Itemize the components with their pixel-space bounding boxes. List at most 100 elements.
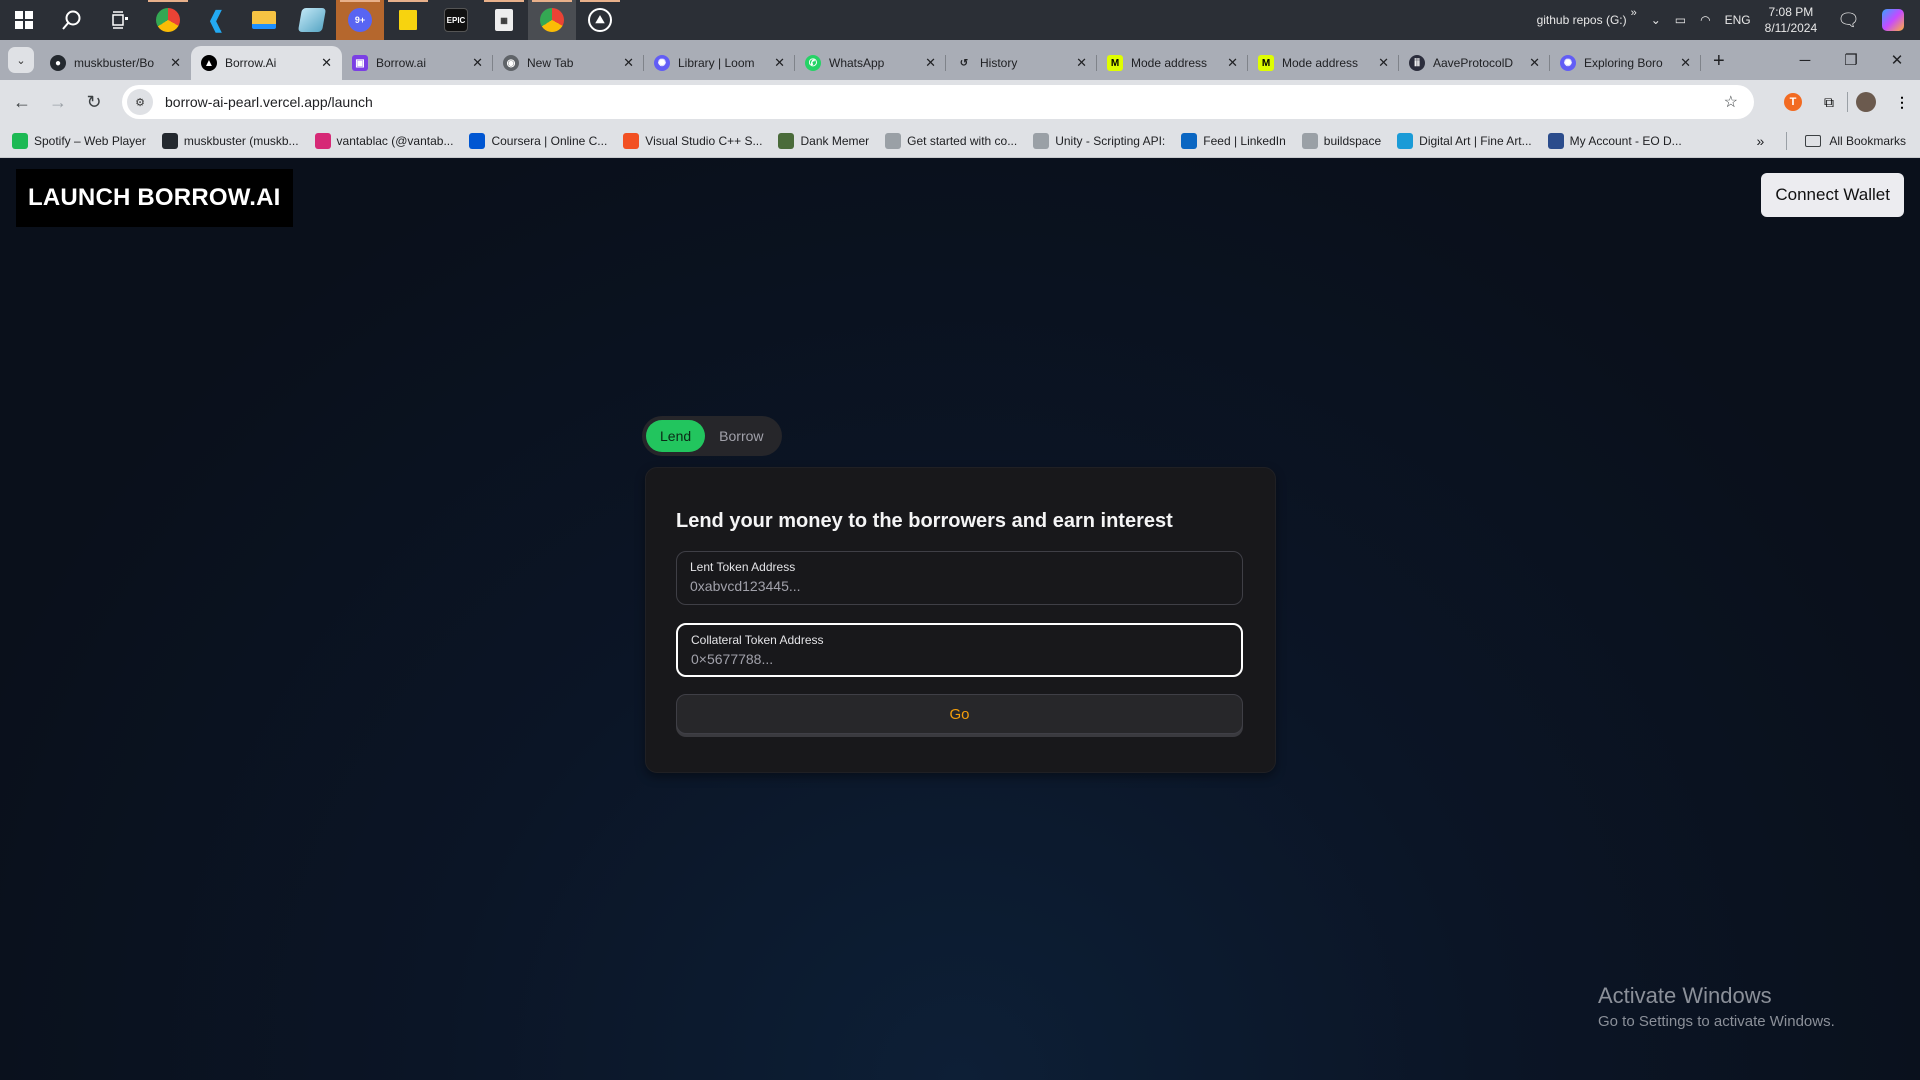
tab-title: AaveProtocolD xyxy=(1433,56,1514,70)
close-tab-icon[interactable]: ✕ xyxy=(170,55,181,71)
browser-tab[interactable]: ↺ History ✕ xyxy=(946,46,1097,80)
meet-now-icon[interactable]: ▭ xyxy=(1675,13,1686,27)
tab-borrow[interactable]: Borrow xyxy=(705,420,777,452)
close-tab-icon[interactable]: ✕ xyxy=(925,55,936,71)
tab-lend[interactable]: Lend xyxy=(646,420,706,452)
browser-tab[interactable]: ▲ Borrow.Ai ✕ xyxy=(191,46,342,80)
close-tab-icon[interactable]: ✕ xyxy=(1680,55,1691,71)
bookmarks-overflow-button[interactable]: » xyxy=(1757,133,1765,149)
new-tab-button[interactable]: + xyxy=(1713,50,1725,73)
lent-token-field[interactable]: Lent Token Address xyxy=(676,551,1243,605)
taskbar-app-chrome-2[interactable] xyxy=(528,0,576,40)
browser-tab[interactable]: ◉ New Tab ✕ xyxy=(493,46,644,80)
taskbar-app-file-explorer[interactable] xyxy=(240,0,288,40)
extensions-puzzle-icon[interactable]: ⧉ xyxy=(1811,94,1847,111)
taskbar-app-sticky-notes[interactable] xyxy=(384,0,432,40)
extension-t-icon[interactable]: T xyxy=(1784,93,1802,111)
menu-kebab-icon[interactable]: ⋮ xyxy=(1884,94,1920,111)
windows-taskbar: ❰ 9+ EPIC ▦ ⛰ github repos (G:) » ⌄ ▭ ◠ … xyxy=(0,0,1920,40)
close-tab-icon[interactable]: ✕ xyxy=(1227,55,1238,71)
watermark-title: Activate Windows xyxy=(1598,983,1772,1008)
bookmark-label: My Account - EO D... xyxy=(1569,133,1682,148)
bookmark-item[interactable]: muskbuster (muskb... xyxy=(161,132,299,149)
connect-wallet-button[interactable]: Connect Wallet xyxy=(1761,173,1904,217)
taskbar-app-vscode[interactable]: ❰ xyxy=(192,0,240,40)
forward-button[interactable]: → xyxy=(40,92,76,113)
taskbar-app-photos[interactable]: ⛰ xyxy=(576,0,624,40)
tab-search-button[interactable]: ⌄ xyxy=(8,47,34,73)
bookmark-item[interactable]: Feed | LinkedIn xyxy=(1181,132,1286,149)
chevron-down-icon: ⌄ xyxy=(16,54,26,67)
instagram-icon xyxy=(314,132,331,149)
close-tab-icon[interactable]: ✕ xyxy=(1378,55,1389,71)
browser-tab[interactable]: ✺ Library | Loom ✕ xyxy=(644,46,795,80)
reload-button[interactable]: ↻ xyxy=(76,92,112,113)
bookmark-item[interactable]: Unity - Scripting API: xyxy=(1033,132,1165,149)
github-icon xyxy=(161,132,178,149)
taskbar-app-notepad[interactable] xyxy=(288,0,336,40)
tab-title: muskbuster/Bo xyxy=(74,56,155,70)
collateral-token-input[interactable] xyxy=(691,651,1228,667)
overflow-icon[interactable]: » xyxy=(1631,7,1637,19)
taskbar-search-button[interactable] xyxy=(48,0,96,40)
brand-logo[interactable]: LAUNCH BORROW.AI xyxy=(16,169,293,227)
bookmark-item[interactable]: Visual Studio C++ S... xyxy=(623,132,762,149)
bookmark-item[interactable]: Get started with co... xyxy=(885,132,1017,149)
bookmark-item[interactable]: vantablac (@vantab... xyxy=(314,132,453,149)
close-tab-icon[interactable]: ✕ xyxy=(623,55,634,71)
bookmark-item[interactable]: Spotify – Web Player xyxy=(12,132,146,149)
profile-avatar[interactable] xyxy=(1856,92,1876,112)
close-tab-icon[interactable]: ✕ xyxy=(1076,55,1087,71)
copilot-icon[interactable] xyxy=(1882,9,1904,31)
card-heading: Lend your money to the borrowers and ear… xyxy=(676,510,1173,532)
taskbar-app-chrome[interactable] xyxy=(144,0,192,40)
restore-button[interactable]: ❐ xyxy=(1828,51,1874,69)
task-view-button[interactable] xyxy=(96,0,144,40)
tab-title: Exploring Boro xyxy=(1584,56,1663,70)
browser-tab[interactable]: ✆ WhatsApp ✕ xyxy=(795,46,946,80)
notepad-icon xyxy=(297,8,327,32)
minimize-button[interactable]: ─ xyxy=(1782,52,1828,69)
browser-tab[interactable]: ⅲ AaveProtocolD ✕ xyxy=(1399,46,1550,80)
close-tab-icon[interactable]: ✕ xyxy=(774,55,785,71)
bookmark-item[interactable]: Dank Memer xyxy=(778,132,869,149)
search-icon xyxy=(62,10,81,30)
taskbar-app-discord[interactable]: 9+ xyxy=(336,0,384,40)
site-info-icon[interactable]: ⚙ xyxy=(127,89,153,115)
start-button[interactable] xyxy=(0,0,48,40)
bookmark-item[interactable]: Digital Art | Fine Art... xyxy=(1397,132,1532,149)
taskbar-app-epic-games[interactable]: EPIC xyxy=(432,0,480,40)
browser-tab[interactable]: M Mode address ✕ xyxy=(1097,46,1248,80)
drive-label[interactable]: github repos (G:) xyxy=(1537,13,1627,27)
close-tab-icon[interactable]: ✕ xyxy=(472,55,483,71)
url-text[interactable]: borrow-ai-pearl.vercel.app/launch xyxy=(165,94,373,110)
close-tab-icon[interactable]: ✕ xyxy=(1529,55,1540,71)
browser-tab[interactable]: ✺ Exploring Boro ✕ xyxy=(1550,46,1701,80)
browser-tab[interactable]: M Mode address ✕ xyxy=(1248,46,1399,80)
bookmarks-divider xyxy=(1786,132,1788,150)
collateral-token-label: Collateral Token Address xyxy=(691,633,824,647)
language-indicator[interactable]: ENG xyxy=(1725,13,1751,27)
notification-icon[interactable]: 🗨 xyxy=(1837,10,1860,31)
collateral-token-field[interactable]: Collateral Token Address xyxy=(676,623,1243,677)
wifi-icon[interactable]: ◠ xyxy=(1700,13,1710,27)
bookmark-item[interactable]: My Account - EO D... xyxy=(1547,132,1682,149)
taskbar-app-calculator[interactable]: ▦ xyxy=(480,0,528,40)
coursera-icon xyxy=(469,132,486,149)
bookmark-item[interactable]: buildspace xyxy=(1301,132,1381,149)
go-button[interactable]: Go xyxy=(676,694,1243,734)
back-button[interactable]: ← xyxy=(4,92,40,113)
close-window-button[interactable]: ✕ xyxy=(1874,51,1920,69)
tab-title: Library | Loom xyxy=(678,56,755,70)
all-bookmarks-button[interactable]: All Bookmarks xyxy=(1805,134,1906,148)
clock[interactable]: 7:08 PM 8/11/2024 xyxy=(1765,4,1818,36)
browser-tab[interactable]: ● muskbuster/Bo ✕ xyxy=(40,46,191,80)
address-bar[interactable]: ⚙ borrow-ai-pearl.vercel.app/launch ☆ xyxy=(122,85,1754,119)
folder-icon xyxy=(1805,135,1822,147)
bookmark-star-icon[interactable]: ☆ xyxy=(1724,92,1738,112)
browser-tab[interactable]: ▣ Borrow.ai ✕ xyxy=(342,46,493,80)
chevron-up-icon[interactable]: ⌄ xyxy=(1651,13,1661,27)
bookmark-item[interactable]: Coursera | Online C... xyxy=(469,132,607,149)
lent-token-input[interactable] xyxy=(690,578,1229,594)
close-tab-icon[interactable]: ✕ xyxy=(321,55,332,71)
